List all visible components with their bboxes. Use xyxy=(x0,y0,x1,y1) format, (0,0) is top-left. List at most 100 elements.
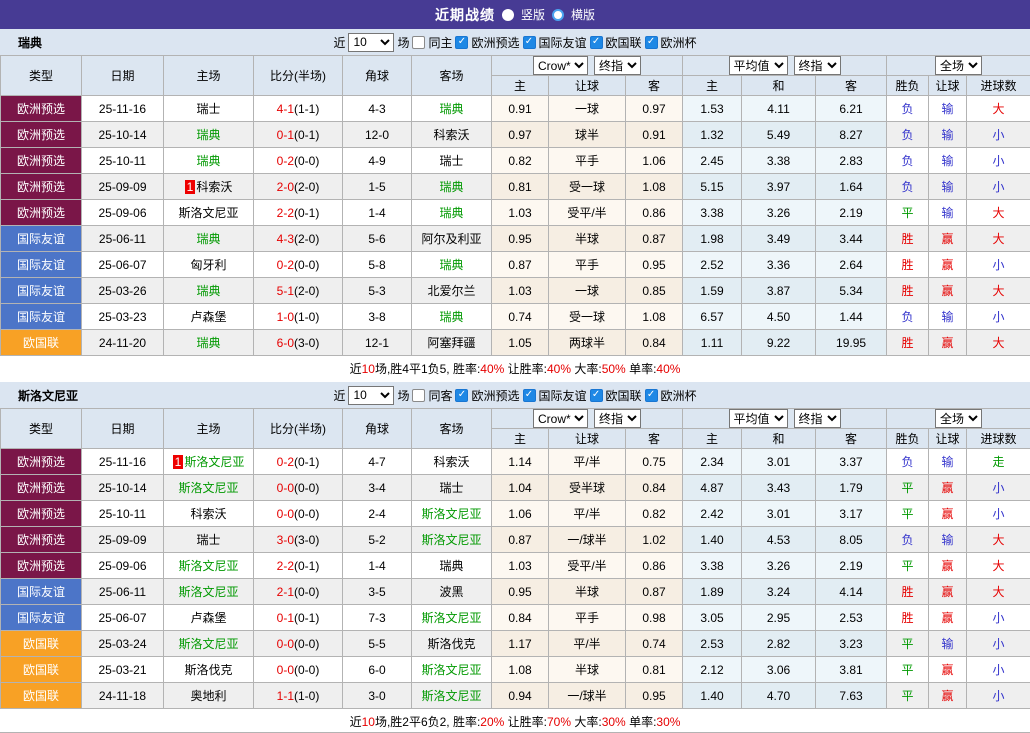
home-team-name: 匈牙利 xyxy=(190,258,226,272)
away-team: 科索沃 xyxy=(412,122,492,148)
league-checkbox-1[interactable]: ✓ xyxy=(523,36,536,49)
corner-count: 3-5 xyxy=(343,579,412,605)
avg-home-odds: 2.34 xyxy=(683,449,742,475)
winloss-result: 平 xyxy=(887,200,929,226)
match-date: 25-06-07 xyxy=(82,252,164,278)
avg-home-odds: 4.87 xyxy=(683,475,742,501)
league-checkbox-2[interactable]: ✓ xyxy=(590,36,603,49)
same-venue-checkbox[interactable] xyxy=(412,36,425,49)
home-team-name: 斯洛文尼亚 xyxy=(178,481,238,495)
average-dropdown-group: 平均值终指 xyxy=(683,56,887,76)
match-date: 25-10-14 xyxy=(82,475,164,501)
horizontal-layout-radio[interactable] xyxy=(552,9,564,21)
crow-away-odds: 0.95 xyxy=(626,683,683,709)
vertical-layout-radio[interactable] xyxy=(502,9,514,21)
crow-select[interactable]: Crow* xyxy=(533,56,588,75)
league-label-2: 欧国联 xyxy=(606,34,642,51)
table-row: 欧洲预选25-09-091科索沃2-0(2-0)1-5瑞典0.81受一球1.08… xyxy=(1,174,1030,200)
crow-away-odds: 0.75 xyxy=(626,449,683,475)
team-sections: 瑞典近10场同主✓欧洲预选✓国际友谊✓欧国联✓欧洲杯类型日期主场比分(半场)角球… xyxy=(0,29,1030,733)
sub-header-7: 让球 xyxy=(929,429,967,449)
avg-home-odds: 1.11 xyxy=(683,330,742,356)
table-row: 欧洲预选25-10-11科索沃0-0(0-0)2-4斯洛文尼亚1.06平/半0.… xyxy=(1,501,1030,527)
score: 0-2(0-1) xyxy=(254,449,343,475)
handicap-result: 赢 xyxy=(929,683,967,709)
fulltime-score: 4-1 xyxy=(277,102,294,116)
col-header-0: 类型 xyxy=(1,56,82,96)
league-checkbox-3[interactable]: ✓ xyxy=(645,36,658,49)
average-select[interactable]: 平均值 xyxy=(729,56,788,75)
league-label-0: 欧洲预选 xyxy=(471,387,519,404)
score: 0-0(0-0) xyxy=(254,631,343,657)
summary-segment: 20% xyxy=(480,715,504,729)
halftime-score: (1-0) xyxy=(294,310,319,324)
handicap-line: 一球 xyxy=(549,96,626,122)
crow-away-odds: 0.87 xyxy=(626,579,683,605)
avg-away-odds: 2.19 xyxy=(816,553,887,579)
final-index-select-2[interactable]: 终指 xyxy=(794,56,841,75)
crow-home-odds: 0.74 xyxy=(492,304,549,330)
final-index-select-2[interactable]: 终指 xyxy=(794,409,841,428)
summary-segment: 30% xyxy=(656,715,680,729)
avg-home-odds: 1.53 xyxy=(683,96,742,122)
home-team: 瑞典 xyxy=(164,122,254,148)
league-checkbox-1[interactable]: ✓ xyxy=(523,389,536,402)
handicap-line: 受平/半 xyxy=(549,553,626,579)
handicap-line: 平手 xyxy=(549,148,626,174)
summary-segment: 大率: xyxy=(571,715,602,729)
crow-home-odds: 1.03 xyxy=(492,278,549,304)
rank-badge: 1 xyxy=(173,455,184,469)
near-label: 近 xyxy=(333,387,345,404)
league-checkbox-3[interactable]: ✓ xyxy=(645,389,658,402)
col-header-5: 客场 xyxy=(412,409,492,449)
away-team-name: 瑞典 xyxy=(439,258,463,272)
match-type: 欧国联 xyxy=(1,631,82,657)
full-match-select[interactable]: 全场 xyxy=(935,409,982,428)
crow-select[interactable]: Crow* xyxy=(533,409,588,428)
score: 0-0(0-0) xyxy=(254,501,343,527)
league-checkbox-0[interactable]: ✓ xyxy=(455,389,468,402)
vertical-layout-label[interactable]: 竖版 xyxy=(521,6,545,23)
score: 4-3(2-0) xyxy=(254,226,343,252)
summary-segment: 单率: xyxy=(626,715,657,729)
home-team-name: 瑞士 xyxy=(196,533,220,547)
corner-count: 1-4 xyxy=(343,200,412,226)
match-type: 欧洲预选 xyxy=(1,200,82,226)
winloss-result: 平 xyxy=(887,501,929,527)
avg-away-odds: 8.27 xyxy=(816,122,887,148)
corner-count: 1-4 xyxy=(343,553,412,579)
halftime-score: (0-1) xyxy=(294,611,319,625)
table-header: 类型日期主场比分(半场)角球客场Crow*终指平均值终指全场主让球客主和客胜负让… xyxy=(1,409,1030,449)
match-date: 24-11-18 xyxy=(82,683,164,709)
same-venue-checkbox[interactable] xyxy=(412,389,425,402)
horizontal-layout-label[interactable]: 横版 xyxy=(571,6,595,23)
sub-header-1: 让球 xyxy=(549,76,626,96)
match-type: 国际友谊 xyxy=(1,605,82,631)
avg-draw-odds: 3.06 xyxy=(742,657,816,683)
handicap-line: 两球半 xyxy=(549,330,626,356)
corner-count: 1-5 xyxy=(343,174,412,200)
handicap-result: 输 xyxy=(929,200,967,226)
final-index-select-1[interactable]: 终指 xyxy=(594,409,641,428)
fulltime-score: 2-2 xyxy=(277,559,294,573)
sub-header-0: 主 xyxy=(492,76,549,96)
sub-header-8: 进球数 xyxy=(967,429,1030,449)
handicap-result: 输 xyxy=(929,96,967,122)
fulltime-score: 5-1 xyxy=(277,284,294,298)
home-team: 斯洛文尼亚 xyxy=(164,631,254,657)
average-select[interactable]: 平均值 xyxy=(729,409,788,428)
handicap-line: 一/球半 xyxy=(549,683,626,709)
col-header-0: 类型 xyxy=(1,409,82,449)
handicap-result: 赢 xyxy=(929,252,967,278)
full-match-select[interactable]: 全场 xyxy=(935,56,982,75)
goals-result: 小 xyxy=(967,605,1030,631)
fullmatch-dropdown-group: 全场 xyxy=(887,409,1030,429)
league-checkbox-2[interactable]: ✓ xyxy=(590,389,603,402)
final-index-select-1[interactable]: 终指 xyxy=(594,56,641,75)
match-count-select[interactable]: 10 xyxy=(348,386,394,405)
match-count-select[interactable]: 10 xyxy=(348,33,394,52)
avg-away-odds: 8.05 xyxy=(816,527,887,553)
winloss-result: 负 xyxy=(887,449,929,475)
league-checkbox-0[interactable]: ✓ xyxy=(455,36,468,49)
table-row: 欧国联24-11-20瑞典6-0(3-0)12-1阿塞拜疆1.05两球半0.84… xyxy=(1,330,1030,356)
